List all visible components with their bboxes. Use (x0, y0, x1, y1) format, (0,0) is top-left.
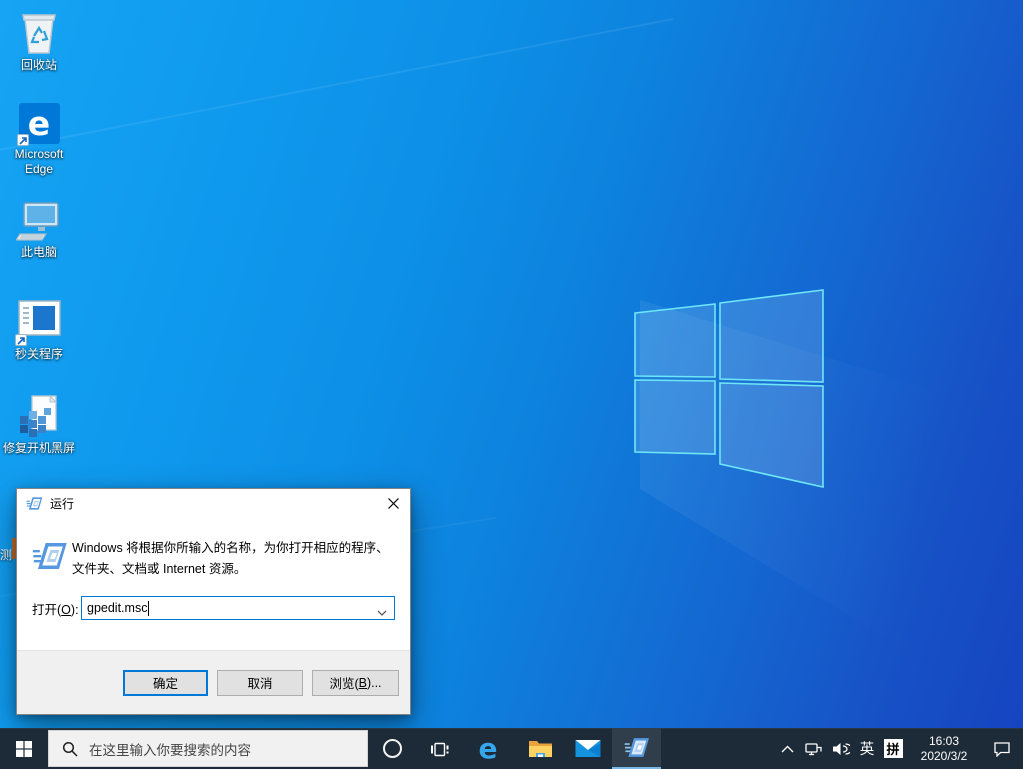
desktop-icon-recycle-bin[interactable]: 回收站 (1, 9, 77, 73)
volume-tray-button[interactable] (827, 728, 855, 769)
system-tray: 英 拼 16:03 2020/3/2 (774, 728, 1023, 769)
app-window-icon (17, 299, 62, 339)
run-icon (624, 736, 650, 759)
edge-taskbar-button[interactable]: e (464, 728, 512, 769)
ime-mode-indicator[interactable]: 拼 (879, 728, 907, 769)
cancel-button[interactable]: 取消 (217, 670, 303, 696)
close-icon[interactable] (376, 489, 410, 518)
desktop-icon-microsoft-edge[interactable]: e Microsoft Edge (1, 103, 77, 177)
recycle-bin-icon (17, 9, 61, 55)
this-pc-icon (16, 200, 62, 242)
run-icon-large (32, 538, 72, 580)
run-dialog-titlebar[interactable]: 运行 (17, 489, 410, 518)
clock[interactable]: 16:03 2020/3/2 (907, 728, 981, 769)
description-line-2: 文件夹、文档或 Internet 资源。 (72, 559, 389, 580)
input-value: gpedit.msc (87, 601, 147, 615)
dialog-footer: 确定 取消 浏览(B)... (17, 650, 410, 714)
hidden-desktop-icon-label: 测 (0, 546, 16, 563)
windows-logo-wallpaper (632, 288, 826, 490)
open-field-label: 打开(O): (32, 599, 81, 618)
time-text: 16:03 (929, 734, 959, 749)
action-center-button[interactable] (981, 728, 1023, 769)
desktop-icon-quick-close-app[interactable]: 秒关程序 (1, 299, 77, 362)
start-button[interactable] (0, 728, 48, 769)
task-view-button[interactable] (416, 728, 464, 769)
mail-button[interactable] (564, 728, 612, 769)
hidden-icons-button[interactable] (774, 728, 800, 769)
dialog-title: 运行 (50, 495, 74, 512)
task-view-icon (430, 739, 450, 759)
date-text: 2020/3/2 (921, 749, 968, 764)
ok-button[interactable]: 确定 (123, 670, 208, 696)
registry-file-icon (16, 394, 62, 438)
windows-start-icon (16, 741, 32, 757)
speaker-icon (832, 741, 850, 757)
run-dialog: 运行 Windows 将根据你所输入的名称，为你打开相应的程序、 文件夹、文档或… (16, 488, 411, 715)
ime-language-indicator[interactable]: 英 (855, 728, 879, 769)
run-taskbar-button-active[interactable] (612, 728, 661, 769)
desktop-icon-label: 秒关程序 (15, 347, 63, 362)
cortana-button[interactable] (368, 728, 416, 769)
edge-icon: e (479, 735, 498, 763)
mail-icon (575, 739, 601, 758)
dialog-description: Windows 将根据你所输入的名称，为你打开相应的程序、 文件夹、文档或 In… (72, 538, 389, 580)
run-icon (26, 496, 43, 511)
description-line-1: Windows 将根据你所输入的名称，为你打开相应的程序、 (72, 538, 389, 559)
cortana-icon (383, 739, 402, 758)
notification-icon (993, 741, 1011, 757)
folder-icon (528, 739, 553, 759)
light-ray (0, 18, 673, 166)
search-icon (62, 741, 78, 757)
file-explorer-button[interactable] (516, 728, 564, 769)
shortcut-arrow-icon (15, 334, 27, 346)
run-command-input[interactable]: gpedit.msc (81, 596, 395, 620)
desktop-icon-label: 修复开机黑屏 (3, 441, 75, 456)
search-placeholder: 在这里输入你要搜索的内容 (89, 739, 251, 759)
network-icon (805, 741, 823, 757)
taskbar: 在这里输入你要搜索的内容 e (0, 728, 1023, 769)
shortcut-arrow-icon (17, 134, 29, 146)
chevron-up-icon (781, 745, 794, 753)
desktop-icon-label: 此电脑 (21, 245, 57, 260)
text-cursor (148, 601, 149, 616)
pinyin-ime-icon: 拼 (884, 739, 903, 758)
desktop-icon-fix-black-screen[interactable]: 修复开机黑屏 (1, 394, 77, 456)
desktop-icon-label: Microsoft Edge (2, 147, 76, 177)
network-tray-button[interactable] (800, 728, 827, 769)
taskbar-search-input[interactable]: 在这里输入你要搜索的内容 (48, 730, 368, 767)
desktop-icon-label: 回收站 (21, 58, 57, 73)
edge-icon: e (19, 103, 60, 144)
chevron-down-icon[interactable] (377, 605, 387, 619)
desktop-icon-this-pc[interactable]: 此电脑 (1, 200, 77, 260)
browse-button[interactable]: 浏览(B)... (312, 670, 399, 696)
